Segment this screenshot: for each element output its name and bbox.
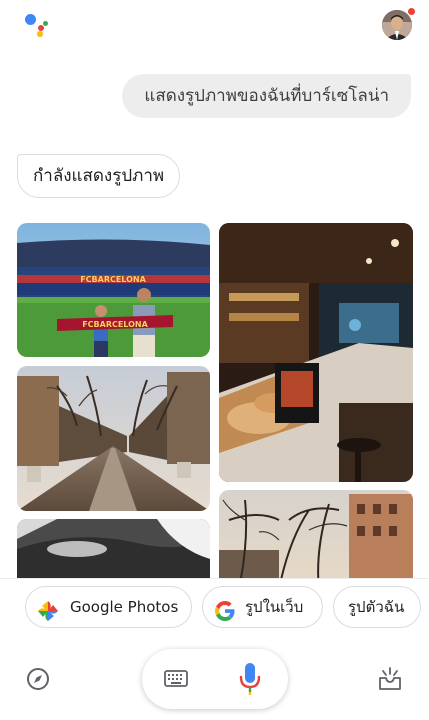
notification-badge [407,7,416,16]
blurred-photo[interactable] [17,519,210,579]
compass-icon[interactable] [26,667,50,691]
scarf-text: FCBARCELONA [82,320,148,329]
chip-label: Google Photos [70,598,179,616]
photo-grid: FCBARCELONA FCBARCELONA [17,222,413,579]
user-query-bubble: แสดงรูปภาพของฉันที่บาร์เซโลน่า [122,74,411,118]
google-assistant-dots-icon[interactable] [24,12,50,38]
la-rambla-street-photo[interactable] [17,366,210,511]
google-g-icon [214,597,236,621]
chip-label: รูปตัวฉัน [348,598,405,616]
bottom-bar [0,640,429,720]
input-pill [142,649,288,709]
cafe-interior-photo[interactable] [219,223,413,482]
chip-label: รูปในเว็บ [245,598,304,616]
inbox-updates-icon[interactable] [378,666,402,692]
suggestion-chips: Google Photos รูปในเว็บ รูปตัวฉัน [0,586,429,630]
keyboard-icon[interactable] [164,670,188,687]
chip-web-images[interactable]: รูปในเว็บ [202,586,323,628]
grid-divider [0,578,429,579]
chip-photos-of-me[interactable]: รูปตัวฉัน [333,586,421,628]
google-photos-pinwheel-icon [37,597,59,621]
chip-google-photos[interactable]: Google Photos [25,586,192,628]
assistant-reply-bubble: กำลังแสดงรูปภาพ [17,154,181,198]
header [0,0,429,50]
camp-nou-stadium-photo[interactable]: FCBARCELONA FCBARCELONA [17,223,210,357]
svg-text:FCBARCELONA: FCBARCELONA [80,275,146,284]
tree-lined-avenue-photo[interactable] [219,490,413,579]
mic-icon[interactable] [239,662,261,696]
